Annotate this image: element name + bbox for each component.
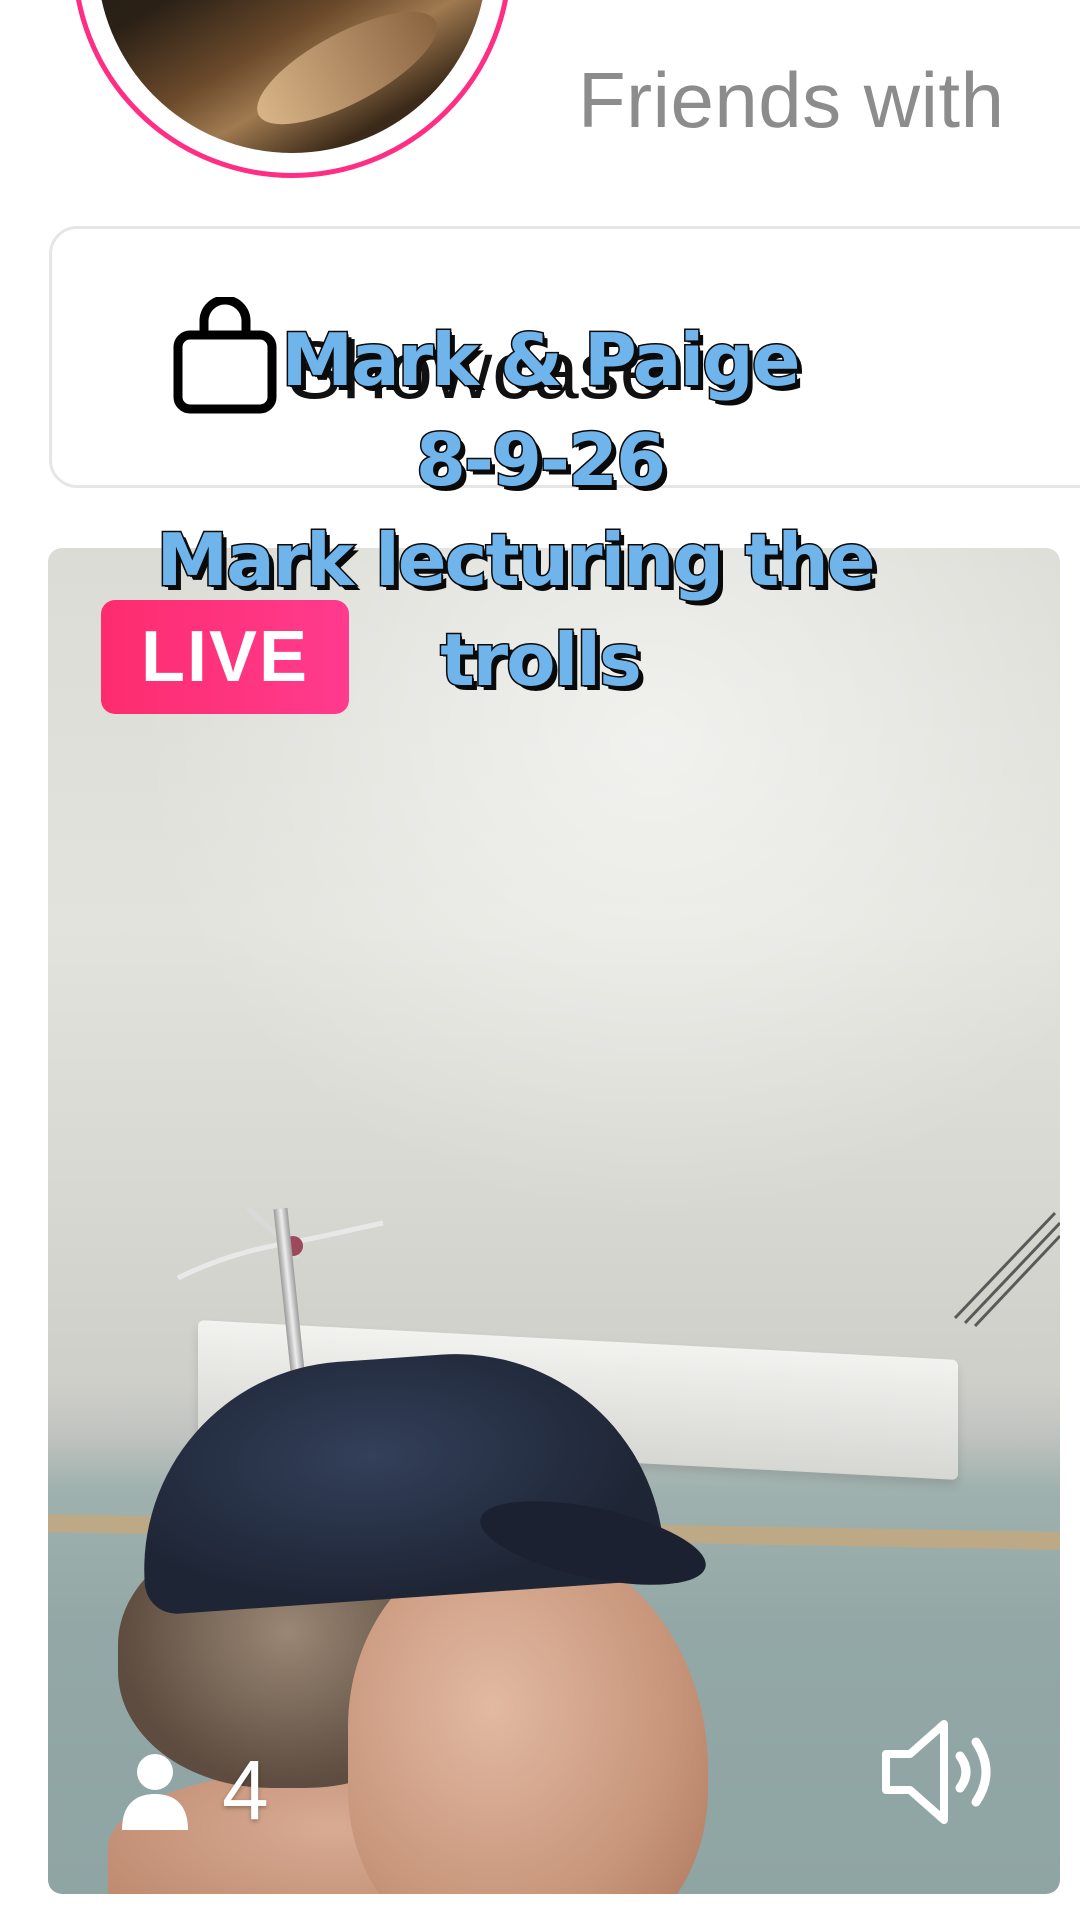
live-stream-preview[interactable]	[48, 548, 1060, 1894]
viewer-count-group: 4	[120, 1742, 269, 1839]
ceiling-vent	[953, 1211, 1060, 1328]
avatar[interactable]	[72, 0, 512, 178]
friends-with-text[interactable]: Friends with	[578, 55, 1004, 146]
speaker-volume-icon[interactable]	[878, 1712, 1002, 1832]
person-icon	[122, 1753, 188, 1830]
caption-line-1: Mark & Paige	[280, 317, 802, 404]
viewer-count: 4	[222, 1743, 269, 1837]
caption-line-4: trolls	[439, 617, 644, 704]
caption-line-2: 8-9-26	[414, 417, 667, 504]
caption-line-3: Mark lecturing the	[155, 517, 877, 604]
avatar-image	[97, 0, 487, 153]
